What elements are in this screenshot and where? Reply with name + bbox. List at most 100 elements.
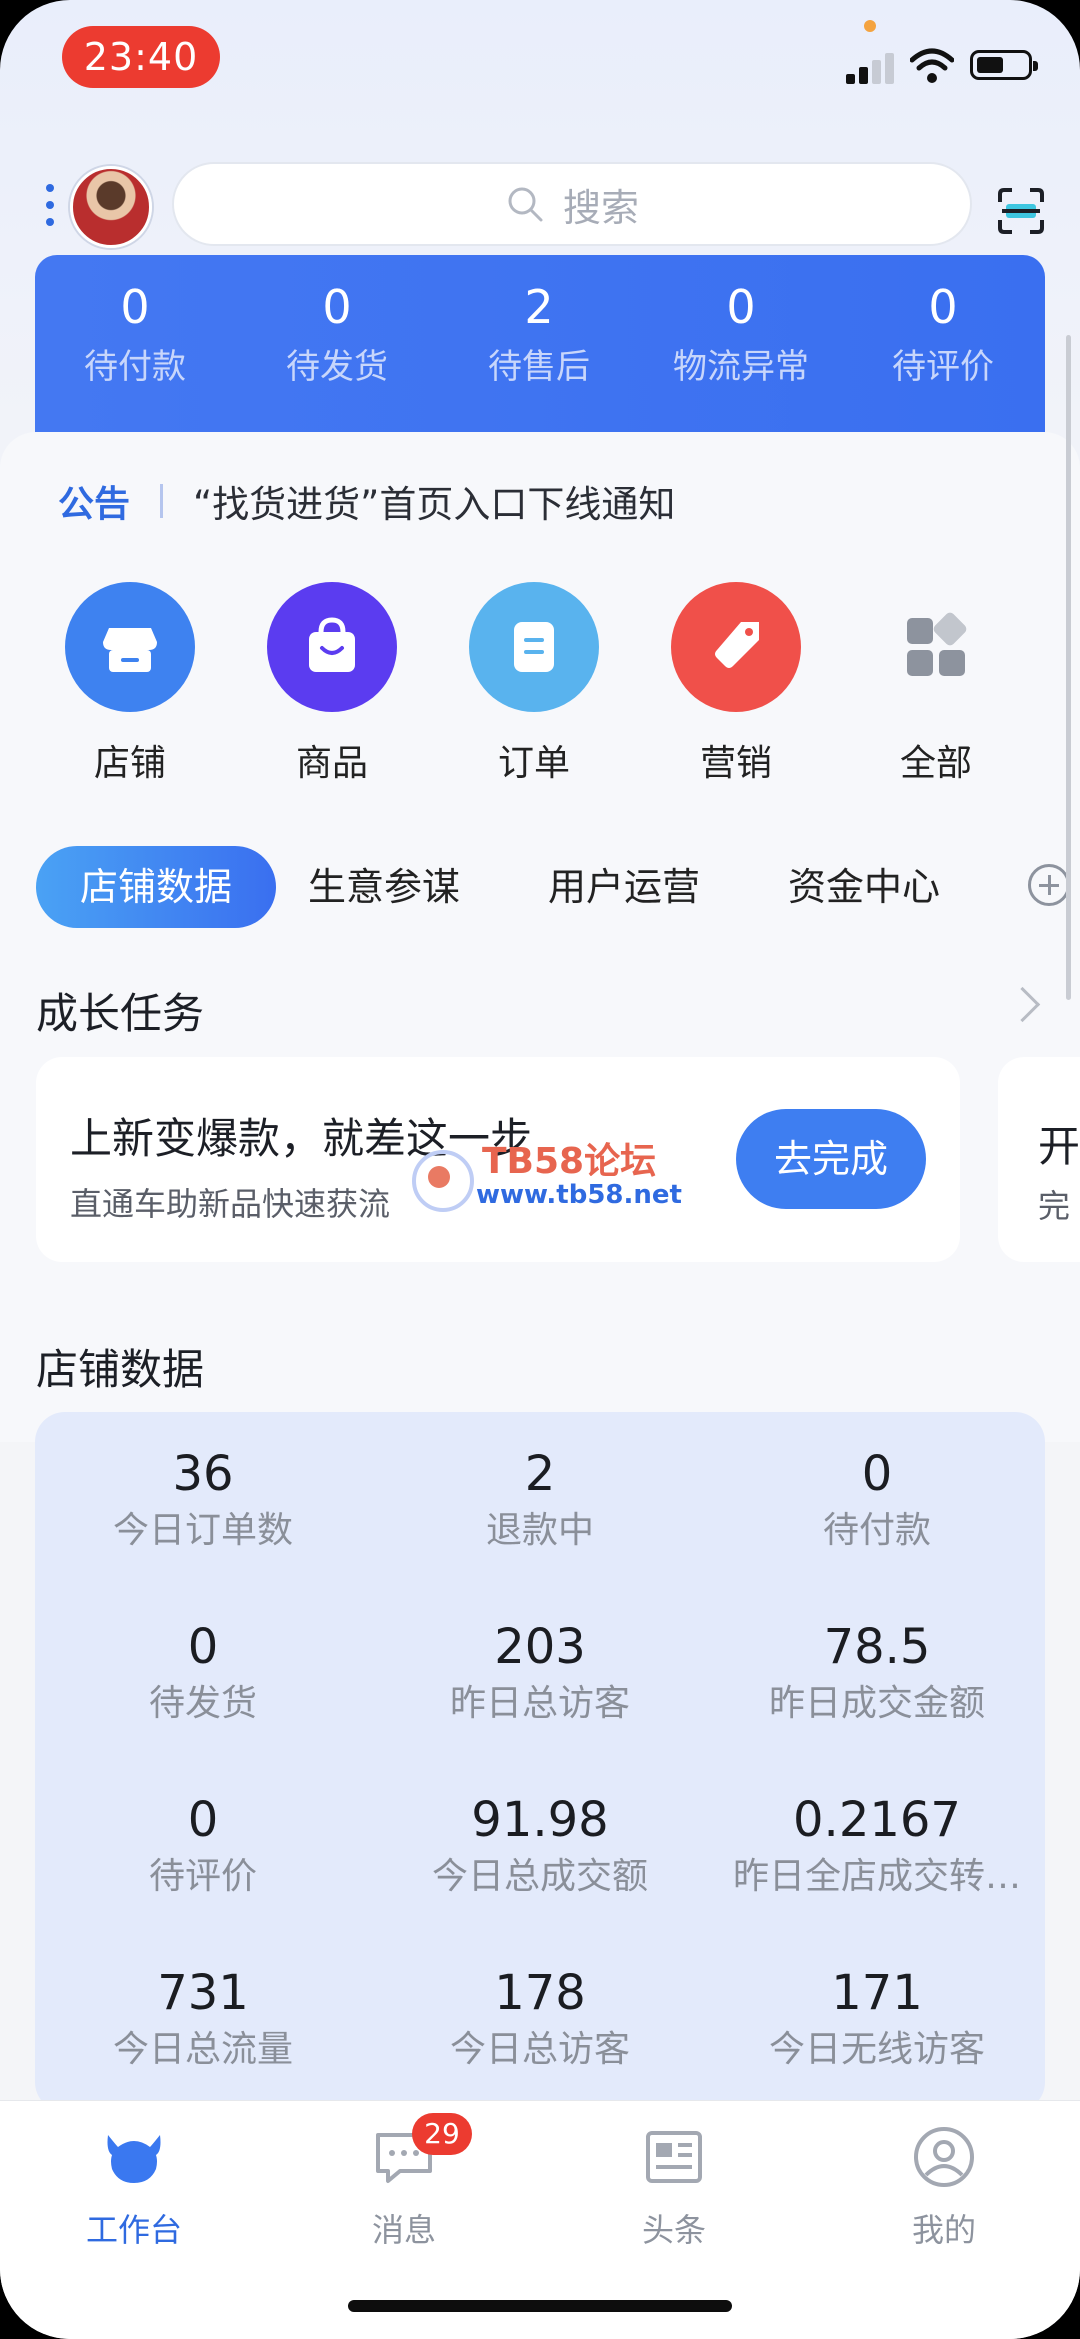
- stat-label: 待发货: [148, 1683, 257, 1724]
- stat-yesterday-sales[interactable]: 78.5 昨日成交金额: [709, 1617, 1045, 1729]
- complete-task-button[interactable]: 去完成: [736, 1109, 926, 1209]
- order-stat-pending-shipment[interactable]: 0 待发货: [237, 277, 437, 391]
- app-screen: 23:40 搜索 0 待付款 0 待发货 2 待售后 0 物流异常 0 待评价 …: [0, 0, 1080, 2339]
- price-tag-icon: [671, 582, 801, 712]
- stat-today-visitors[interactable]: 178 今日总访客: [372, 1963, 708, 2075]
- profile-icon: [912, 2125, 976, 2189]
- stat-value: 0: [187, 1619, 219, 1675]
- order-stat-pending-payment[interactable]: 0 待付款: [35, 277, 235, 391]
- stat-value: 0: [861, 1446, 893, 1502]
- side-menu-dots-icon[interactable]: [46, 184, 54, 234]
- data-tabs: 店铺数据 生意参谋 用户运营 资金中心: [36, 846, 1080, 928]
- tab-business-advisor[interactable]: 生意参谋: [294, 846, 474, 928]
- stat-refunding[interactable]: 2 退款中: [372, 1444, 708, 1556]
- stat-today-traffic[interactable]: 731 今日总流量: [35, 1963, 371, 2075]
- header: 搜索: [0, 160, 1080, 250]
- search-placeholder: 搜索: [562, 185, 639, 230]
- add-tab-icon[interactable]: [1028, 864, 1070, 906]
- stat-today-orders[interactable]: 36 今日订单数: [35, 1444, 371, 1556]
- order-summary-card: 0 待付款 0 待发货 2 待售后 0 物流异常 0 待评价: [35, 255, 1045, 455]
- status-time: 23:40: [62, 26, 220, 88]
- order-stat-label: 待付款: [84, 347, 186, 387]
- tabbar-label: 头条: [641, 2211, 706, 2249]
- search-box[interactable]: 搜索: [172, 162, 972, 246]
- stat-label: 今日总流量: [112, 2029, 293, 2070]
- tabbar-item-me[interactable]: 我的: [854, 2125, 1034, 2251]
- stat-label: 退款中: [485, 1510, 594, 1551]
- stat-label: 昨日总访客: [449, 1683, 630, 1724]
- tabbar-item-headlines[interactable]: 头条: [584, 2125, 764, 2251]
- stat-today-sales[interactable]: 91.98 今日总成交额: [372, 1790, 708, 1902]
- stat-label: 今日无线访客: [768, 2029, 985, 2070]
- cellular-signal-icon: [846, 50, 898, 84]
- order-stat-after-sales[interactable]: 2 待售后: [439, 277, 639, 391]
- scroll-indicator: [1066, 335, 1071, 1000]
- stat-pending-shipment[interactable]: 0 待发货: [35, 1617, 371, 1729]
- watermark-url: www.tb58.net: [476, 1180, 682, 1210]
- tabbar-label: 消息: [371, 2211, 436, 2249]
- tab-store-data[interactable]: 店铺数据: [36, 846, 276, 928]
- order-stat-logistics-exception[interactable]: 0 物流异常: [641, 277, 841, 391]
- growth-tasks-title: 成长任务: [36, 989, 205, 1038]
- function-store[interactable]: 店铺: [50, 582, 210, 786]
- shopping-bag-icon: [267, 582, 397, 712]
- store-icon: [65, 582, 195, 712]
- function-all[interactable]: 全部: [856, 582, 1016, 786]
- watermark: TB58论坛 www.tb58.net: [412, 1132, 682, 1222]
- stat-yesterday-conversion[interactable]: 0.2167 昨日全店成交转…: [709, 1790, 1045, 1902]
- stat-label: 今日总访客: [449, 2029, 630, 2070]
- avatar[interactable]: [70, 166, 152, 248]
- scan-icon[interactable]: [996, 186, 1046, 236]
- store-stats-panel: 36 今日订单数 2 退款中 0 待付款 0 待发货 203 昨日总访客 78.…: [35, 1412, 1045, 2112]
- task-subtitle: 直通车助新品快速获流: [70, 1185, 391, 1223]
- order-stat-label: 待售后: [488, 347, 590, 387]
- tab-fund-center[interactable]: 资金中心: [774, 846, 954, 928]
- divider: [160, 484, 164, 518]
- stat-value: 36: [172, 1446, 234, 1502]
- announcement-text: “找货进货”首页入口下线通知: [193, 483, 676, 526]
- grid-apps-icon: [871, 582, 1001, 712]
- store-data-title: 店铺数据: [36, 1345, 205, 1394]
- order-stat-value: 0: [120, 280, 150, 334]
- watermark-title: TB58论坛: [482, 1141, 657, 1182]
- function-label: 全部: [899, 743, 972, 784]
- task-title: 开: [1038, 1122, 1080, 1171]
- announcement-tag: 公告: [58, 484, 131, 525]
- function-label: 商品: [295, 743, 368, 784]
- function-goods[interactable]: 商品: [252, 582, 412, 786]
- stat-yesterday-visitors[interactable]: 203 昨日总访客: [372, 1617, 708, 1729]
- stat-value: 171: [831, 1965, 923, 2021]
- tab-user-operations[interactable]: 用户运营: [534, 846, 714, 928]
- announcement-bar[interactable]: 公告 “找货进货”首页入口下线通知: [58, 474, 675, 528]
- stat-value: 203: [494, 1619, 586, 1675]
- function-order[interactable]: 订单: [454, 582, 614, 786]
- unread-badge: 29: [412, 2113, 472, 2155]
- stat-label: 昨日全店成交转…: [732, 1856, 1021, 1897]
- tabbar-label: 工作台: [85, 2211, 182, 2249]
- tabbar-item-messages[interactable]: 29 消息: [314, 2113, 494, 2251]
- stat-value: 78.5: [823, 1619, 931, 1675]
- order-stat-label: 物流异常: [673, 347, 809, 387]
- order-stat-label: 待评价: [892, 347, 994, 387]
- task-subtitle: 完: [1038, 1187, 1071, 1225]
- stat-value: 0.2167: [793, 1792, 961, 1848]
- stat-label: 待付款: [822, 1510, 931, 1551]
- order-doc-icon: [469, 582, 599, 712]
- order-stat-pending-review[interactable]: 0 待评价: [843, 277, 1043, 391]
- stat-pending-review[interactable]: 0 待评价: [35, 1790, 371, 1902]
- status-bar: 23:40: [0, 0, 1080, 110]
- stat-label: 今日总成交额: [431, 1856, 648, 1897]
- growth-task-card-next[interactable]: 开 完: [998, 1057, 1080, 1262]
- function-label: 营销: [699, 743, 772, 784]
- function-label: 店铺: [93, 743, 166, 784]
- chevron-right-icon[interactable]: [1004, 986, 1041, 1023]
- stat-label: 昨日成交金额: [768, 1683, 985, 1724]
- function-marketing[interactable]: 营销: [656, 582, 816, 786]
- watermark-logo-icon: [412, 1150, 474, 1212]
- order-stat-value: 0: [726, 280, 756, 334]
- stat-today-mobile-visitors[interactable]: 171 今日无线访客: [709, 1963, 1045, 2075]
- tabbar-item-workbench[interactable]: 工作台: [44, 2125, 224, 2251]
- home-indicator[interactable]: [348, 2300, 732, 2312]
- order-stat-label: 待发货: [286, 347, 388, 387]
- stat-pending-payment[interactable]: 0 待付款: [709, 1444, 1045, 1556]
